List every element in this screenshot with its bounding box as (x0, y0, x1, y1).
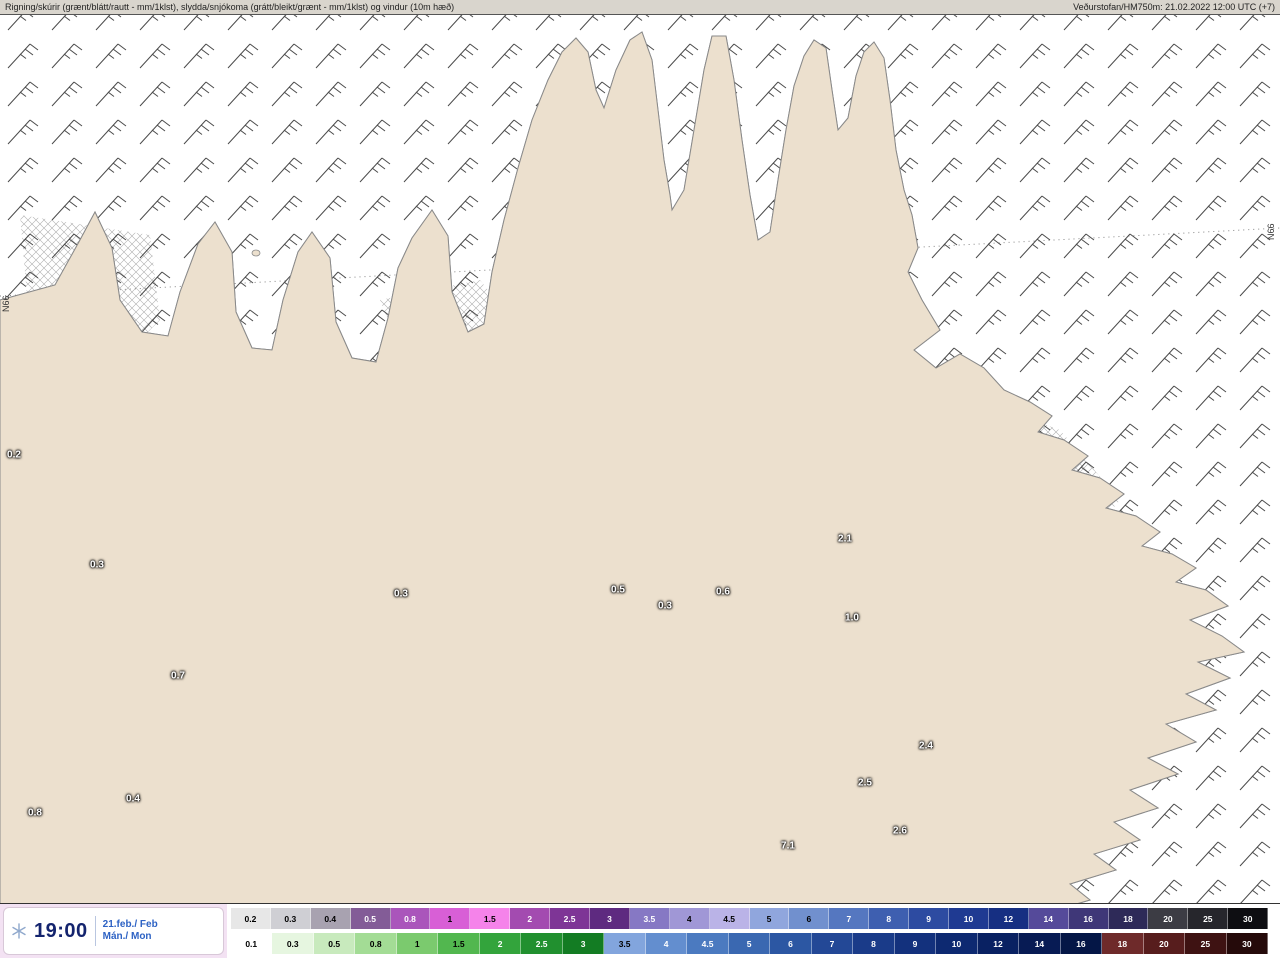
snow-scale-cell: 14 (1028, 908, 1069, 929)
snow-scale-cell: 3.5 (629, 908, 670, 929)
snow-scale-cell: 3 (590, 908, 630, 929)
snow-scale-cell: 7 (829, 908, 870, 929)
rain-scale-cell: 7 (811, 933, 854, 954)
legend-bar: 19:00 21.feb./ Feb Mán./ Mon 0.2 0.3 0.4 0.… (0, 903, 1280, 958)
latitude-label-right: N66 (1266, 223, 1276, 240)
rain-scale-cell: 3.5 (604, 933, 646, 954)
map-header: Rigning/skúrir (grænt/blátt/rautt - mm/1… (0, 0, 1280, 15)
rain-scale-cell: 14 (1019, 933, 1061, 954)
map-legend-description: Rigning/skúrir (grænt/blátt/rautt - mm/1… (5, 2, 455, 12)
rain-scale-cell: 9 (894, 933, 937, 954)
snow-scale-cell: 20 (1148, 908, 1189, 929)
model-run-info: Veðurstofan/HM750m: 21.02.2022 12:00 UTC… (1073, 2, 1275, 12)
snow-scale-cell: 0.3 (270, 908, 311, 929)
rain-color-scale: 0.1 0.3 0.5 0.8 1 1.5 2 2.5 3 3.5 4 4.5 5 6 7 8 9 10 12 14 1… (231, 933, 1269, 954)
snow-scale-cell: 1.5 (470, 908, 511, 929)
rain-scale-cell: 4 (645, 933, 688, 954)
rain-scale-cell: 12 (977, 933, 1020, 954)
time-card: 19:00 21.feb./ Feb Mán./ Mon (3, 907, 224, 955)
forecast-map-svg: N66 N66 (0, 0, 1280, 958)
snow-scale-cell: 4 (669, 908, 710, 929)
snow-scale-cell: 0.4 (310, 908, 351, 929)
latitude-label-left: N66 (1, 295, 11, 312)
rain-scale-cell: 4.5 (687, 933, 729, 954)
rain-scale-cell: 2 (479, 933, 522, 954)
snow-scale-cell: 25 (1188, 908, 1229, 929)
forecast-time: 19:00 (34, 919, 88, 942)
snow-scale-cell: 5 (749, 908, 790, 929)
rain-scale-cell: 0.3 (272, 933, 314, 954)
rain-scale-cell: 25 (1185, 933, 1227, 954)
rain-scale-cell: 1 (396, 933, 439, 954)
snow-scale-cell: 18 (1108, 908, 1149, 929)
snow-scale-cell: 1 (430, 908, 471, 929)
snow-scale-cell: 6 (789, 908, 830, 929)
weather-forecast-window: Rigning/skúrir (grænt/blátt/rautt - mm/1… (0, 0, 1280, 958)
snow-scale-cell: 2.5 (550, 908, 591, 929)
snow-scale-cell: 4.5 (709, 908, 750, 929)
rain-scale-cell: 10 (936, 933, 978, 954)
snow-scale-cell: 12 (988, 908, 1029, 929)
snow-scale-cell: 8 (869, 908, 910, 929)
rain-scale-cell: 3 (562, 933, 605, 954)
rain-scale-cell: 20 (1143, 933, 1186, 954)
forecast-date: 21.feb./ Feb Mán./ Mon (103, 919, 158, 943)
snow-scale-cell: 9 (909, 908, 950, 929)
map-area[interactable]: N66 N66 0.2 0.3 0.7 0.4 0.8 0.3 0.5 0.3 0.6 2.1 1.… (0, 0, 1280, 958)
rain-scale-cell: 0.5 (313, 933, 356, 954)
rain-scale-cell: 18 (1102, 933, 1144, 954)
divider (94, 916, 96, 946)
rain-scale-cell: 5 (728, 933, 771, 954)
snow-scale-cell: 30 (1228, 908, 1269, 929)
snow-scale-cell: 0.5 (350, 908, 391, 929)
snow-color-scale: 0.2 0.3 0.4 0.5 0.8 1 1.5 2 2.5 3 3.5 4 4.5 5 6 7 8 9 10 12… (231, 908, 1269, 929)
snow-scale-cell: 0.8 (390, 908, 431, 929)
snow-scale-cell: 2 (510, 908, 551, 929)
rain-scale-cell: 0.1 (231, 933, 273, 954)
snow-scale-cell: 0.2 (231, 908, 271, 929)
time-panel: 19:00 21.feb./ Feb Mán./ Mon (0, 904, 227, 958)
snow-scale-cell: 10 (949, 908, 989, 929)
rain-scale-cell: 30 (1226, 933, 1269, 954)
rain-scale-cell: 2.5 (521, 933, 563, 954)
forecast-date-line2: Mán./ Mon (102, 931, 152, 942)
snowflake-icon (12, 923, 26, 939)
rain-scale-cell: 8 (853, 933, 895, 954)
color-scales: 0.2 0.3 0.4 0.5 0.8 1 1.5 2 2.5 3 3.5 4 4.5 5 6 7 8 9 10 12… (227, 904, 1280, 958)
snow-scale-cell: 16 (1068, 908, 1109, 929)
rain-scale-cell: 16 (1060, 933, 1103, 954)
rain-scale-cell: 1.5 (438, 933, 480, 954)
forecast-date-line1: 21.feb./ Feb (102, 919, 158, 930)
rain-scale-cell: 6 (770, 933, 812, 954)
rain-scale-cell: 0.8 (355, 933, 397, 954)
